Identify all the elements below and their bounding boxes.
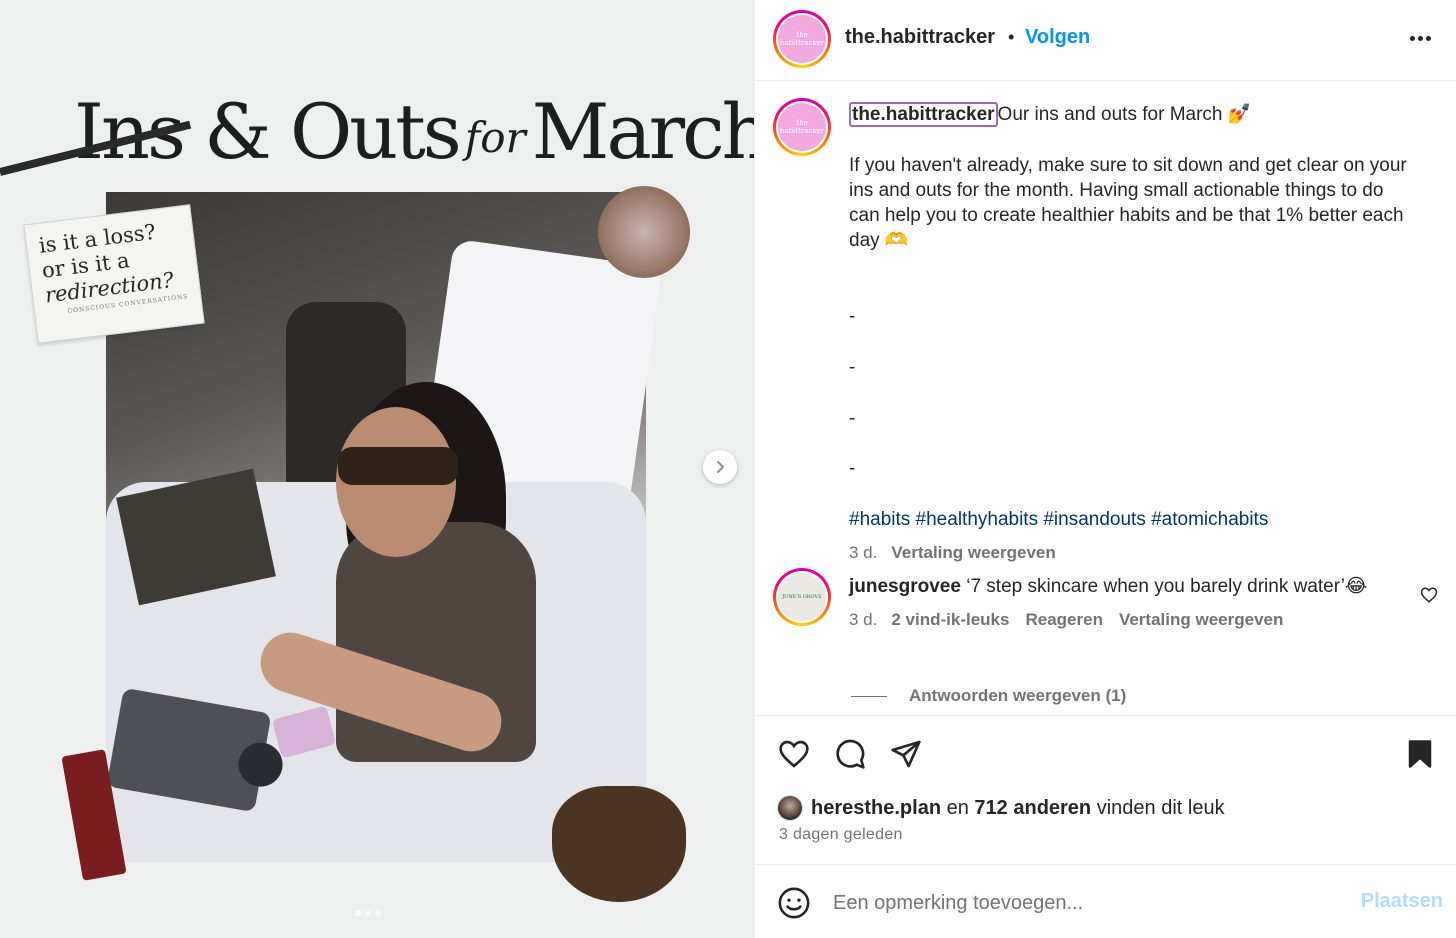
bookmark-icon [1408,740,1432,768]
comment-likes-count[interactable]: 2 vind-ik-leuks [891,610,1009,629]
carousel-dot [355,910,361,916]
likes-summary: heresthe.plan en 712 anderen vinden dit … [777,795,1225,821]
caption-dash: - [849,458,856,480]
share-button[interactable] [889,738,923,775]
caption-username[interactable]: the.habittracker [849,102,998,127]
comment-icon [836,739,865,769]
replies-line [851,695,887,697]
send-icon [891,740,921,768]
more-options-button[interactable] [1405,26,1435,50]
comment-text: ‘7 step skincare when you barely drink w… [966,576,1368,597]
liker-avatar[interactable] [777,795,803,821]
carousel-dot [375,910,381,916]
pouch-sticker [552,786,686,902]
photo-sunglasses [338,447,458,485]
caption-dash: - [849,306,856,328]
comment-item: junesgrovee ‘7 step skincare when you ba… [849,574,1409,633]
comment-translate-link[interactable]: Vertaling weergeven [1119,610,1283,629]
more-dot [1417,35,1423,41]
likes-others[interactable]: 712 anderen [974,797,1091,820]
more-horizontal-icon [1409,35,1415,41]
comment-input[interactable] [833,888,1333,918]
liker-username[interactable]: heresthe.plan [811,797,941,820]
author-avatar[interactable]: the habittracker [773,10,831,68]
view-replies-label: Antwoorden weergeven (1) [909,686,1127,705]
follow-button[interactable]: Volgen [1025,25,1090,49]
comment-button[interactable] [833,738,867,775]
caption-hashtags[interactable]: #habits #healthyhabits #insandouts #atom… [849,507,1419,532]
header-separator: • [1008,27,1015,47]
commenter-avatar[interactable]: JUNE'S GROVE [773,568,831,626]
hanging-sign: is it a loss? or is it a redirection? CO… [23,204,205,344]
view-replies-button[interactable]: Antwoorden weergeven (1) [851,686,1126,706]
caption-dash: - [849,356,856,378]
post-actions-section: heresthe.plan en 712 anderen vinden dit … [755,715,1456,865]
more-dot [1425,35,1431,41]
carousel-dots [355,910,381,916]
post-caption: the.habittracker Our ins and outs for Mar… [849,102,1419,565]
heart-icon [1420,587,1438,603]
caption-translate-link[interactable]: Vertaling weergeven [891,543,1055,562]
post-header: the habittracker the.habittracker • Volg… [755,0,1456,81]
caption-title: Our ins and outs for March 💅 [997,104,1252,125]
comment-like-button[interactable] [1420,586,1438,609]
post-timestamp[interactable]: 3 dagen geleden [779,826,903,844]
caption-avatar-image: the habittracker [778,103,826,151]
media-title-script: for [464,113,526,162]
media-title-part2: March [531,87,754,176]
caption-avatar[interactable]: the habittracker [773,98,831,156]
comment-reply-button[interactable]: Reageren [1025,610,1102,629]
post-media: Ins & Outs forMarch is it a loss? or is i… [0,0,754,938]
post-comment-button[interactable]: Plaatsen [1361,890,1443,913]
smiley-icon [778,887,810,919]
carousel-dot [365,910,371,916]
emoji-button[interactable] [777,886,811,925]
comment-time[interactable]: 3 d. [849,610,877,629]
media-title-part1: Ins & Outs [74,87,462,176]
author-avatar-image: the habittracker [778,15,826,63]
add-comment-form: Plaatsen [755,866,1456,938]
likes-joiner: en [946,796,969,819]
likes-suffix: vinden dit leuk [1096,796,1225,819]
caption-dash: - [849,407,856,429]
heart-icon [779,740,809,768]
commenter-avatar-image: JUNE'S GROVE [778,573,826,621]
save-button[interactable] [1405,738,1435,775]
caption-time[interactable]: 3 d. [849,543,877,562]
like-button[interactable] [777,738,811,775]
caption-body: If you haven't already, make sure to sit… [849,154,1407,252]
comment-username[interactable]: junesgrovee [849,576,961,597]
chevron-right-icon [717,461,724,473]
ice-bowl-sticker [598,186,690,278]
author-username[interactable]: the.habittracker [845,25,995,49]
post-side-panel: the habittracker the.habittracker • Volg… [754,0,1456,938]
carousel-next-button[interactable] [703,450,737,484]
